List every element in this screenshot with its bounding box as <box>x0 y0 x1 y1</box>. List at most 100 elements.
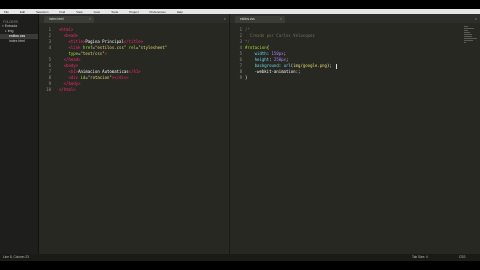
menu-edit[interactable]: Edit <box>20 10 25 14</box>
pane-close-icon[interactable]: × <box>475 16 477 21</box>
menu-goto[interactable]: Goto <box>94 10 101 14</box>
editor-window: File Edit Selection Find View Goto Tools… <box>0 9 480 261</box>
menu-project[interactable]: Project <box>129 10 138 14</box>
code-token: <div <box>68 75 81 80</box>
code-token: </h1> <box>128 69 141 74</box>
code-token: type <box>68 51 79 56</box>
code-token: href <box>82 45 93 50</box>
status-tab-size[interactable]: Tab Size: 4 <box>412 254 428 261</box>
menu-file[interactable]: File <box>4 10 9 14</box>
code-token: </html> <box>58 87 76 92</box>
code-token: img/google.png <box>293 63 327 68</box>
folder-collapsed-icon: ▸ <box>5 29 7 33</box>
pane-close-icon[interactable]: × <box>224 16 226 21</box>
sidebar-item-label: img <box>7 29 14 33</box>
code-token: */ <box>245 39 250 44</box>
tab-label: index.html <box>49 17 64 21</box>
code-token: /* <box>245 27 250 32</box>
menu-tools[interactable]: Tools <box>111 10 118 14</box>
code-token: background <box>254 63 279 68</box>
code-token: Creado por Carlos Velasquez <box>245 33 315 38</box>
minimap[interactable] <box>464 26 478 56</box>
code-token: <head> <box>63 33 79 38</box>
line-number: 10 <box>46 87 51 92</box>
code-area[interactable]: /* Creado por Carlos Velasquez */#rotacio… <box>245 27 337 81</box>
menu-help[interactable]: Help <box>177 10 183 14</box>
menu-preferences[interactable]: Preferences <box>150 10 166 14</box>
code-line: } <box>245 75 337 81</box>
minimap-line <box>464 32 470 33</box>
code-token: } <box>245 75 248 80</box>
code-token: 250px <box>273 57 286 62</box>
tab-label: estilos.css <box>240 17 255 21</box>
code-token: <h1> <box>68 69 79 74</box>
code-token: "stylesheet" <box>138 45 168 50</box>
close-icon[interactable]: × <box>89 16 91 23</box>
code-token: ></div> <box>111 75 129 80</box>
code-token: "rotacion" <box>87 75 112 80</box>
status-cursor-position: Line 8, Column 23 <box>3 255 29 259</box>
code-token: <body> <box>63 63 79 68</box>
status-syntax[interactable]: CSS <box>459 254 466 261</box>
minimap-line <box>464 38 477 39</box>
editor-pane-left[interactable]: index.html × × 1 2 3 4 5 6 7 8 9 10 <html> <head> … <box>39 14 230 254</box>
code-token: <html> <box>58 27 74 32</box>
code-token: </body> <box>63 81 81 86</box>
code-token: <link <box>68 45 83 50</box>
code-token: url <box>283 63 291 68</box>
status-bar: Line 8, Column 23 Tab Size: 4 CSS <box>0 254 480 261</box>
tab-bar-right: estilos.css × × <box>230 14 480 23</box>
code-token: #rotacion <box>245 45 267 50</box>
code-token: width <box>254 51 267 56</box>
code-token: { <box>266 45 270 50</box>
code-token: 150px <box>271 51 284 56</box>
code-token: "text/css" <box>80 51 105 56</box>
text-cursor <box>335 63 337 69</box>
menu-find[interactable]: Find <box>59 10 65 14</box>
tab-estilos-css[interactable]: estilos.css × <box>235 16 285 23</box>
sidebar-item-label: index.html <box>9 39 25 43</box>
code-token: </title> <box>123 39 144 44</box>
sidebar-title: FOLDERS <box>3 20 19 24</box>
line-number-gutter: 1 2 3 4 5 6 7 8 9 10 <box>39 27 51 93</box>
minimap-line <box>464 42 466 43</box>
minimap-line <box>464 36 472 37</box>
code-token: ; <box>285 57 289 62</box>
sidebar-item-label: Entrada <box>4 24 18 28</box>
close-icon[interactable]: × <box>280 16 282 23</box>
code-token: height <box>254 57 270 62</box>
minimap-line <box>464 40 473 41</box>
editor-pane-right[interactable]: estilos.css × × 123456789 /* Creado por C… <box>230 14 480 254</box>
code-token: > <box>104 51 108 56</box>
code-token: Pagina Principal <box>85 39 124 44</box>
tab-bar-left: index.html × × <box>39 14 229 23</box>
minimap-line <box>464 34 472 35</box>
code-token: -webkit-animation:; <box>245 69 301 74</box>
code-token: ; <box>283 51 286 56</box>
code-token: Animacion Automaticas <box>78 69 129 74</box>
minimap-line <box>464 28 474 29</box>
line-number-gutter: 123456789 <box>230 27 242 81</box>
sidebar-file-index[interactable]: index.html <box>0 39 38 44</box>
code-area[interactable]: <html> <head> <title>Pagina Principal</t… <box>54 27 167 93</box>
code-token: ); <box>326 63 332 68</box>
menu-view[interactable]: View <box>76 10 82 14</box>
code-token: <title> <box>68 39 86 44</box>
tab-index-html[interactable]: index.html × <box>44 16 94 23</box>
folder-expand-icon: ▾ <box>2 24 4 28</box>
line-number: 9 <box>239 75 242 80</box>
menu-selection[interactable]: Selection <box>36 10 48 14</box>
code-line: </html> <box>54 87 167 93</box>
sidebar-item-label: estilos.css <box>9 34 26 38</box>
code-token: rel <box>126 45 136 50</box>
